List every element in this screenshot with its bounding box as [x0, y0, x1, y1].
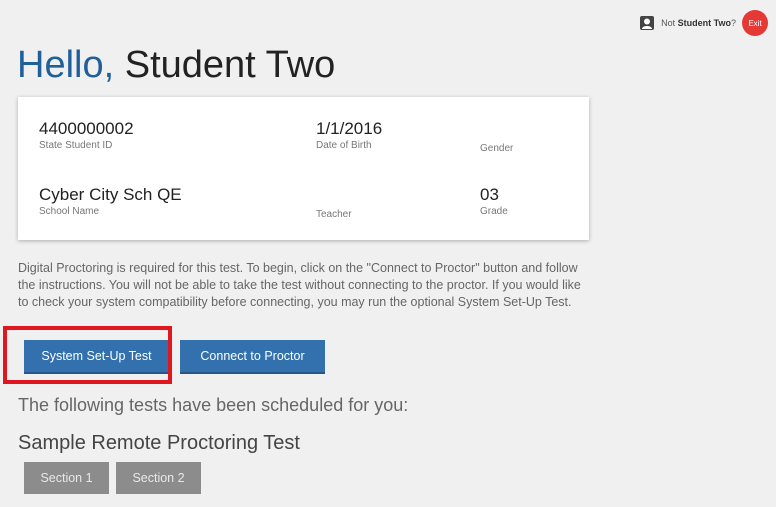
page-title: Hello, Student Two — [17, 40, 335, 90]
school-name-label: School Name — [39, 206, 100, 217]
greeting-student-name: Student Two — [124, 44, 336, 86]
grade-field: 03 Grade — [480, 185, 508, 218]
school-name-field: Cyber City Sch QE School Name — [39, 185, 182, 218]
student-info-card: 4400000002 State Student ID 1/1/2016 Dat… — [18, 97, 589, 240]
proctoring-instructions: Digital Proctoring is required for this … — [18, 261, 581, 309]
grade-label: Grade — [480, 206, 508, 217]
grade-value: 03 — [480, 185, 499, 204]
date-of-birth-field: 1/1/2016 Date of Birth — [316, 119, 382, 152]
teacher-field: Teacher — [316, 208, 352, 221]
state-student-id-value: 4400000002 — [39, 119, 134, 138]
gender-field: Gender — [480, 142, 513, 155]
state-student-id-label: State Student ID — [39, 140, 113, 151]
gender-label: Gender — [480, 143, 514, 154]
date-of-birth-value: 1/1/2016 — [316, 119, 383, 138]
highlight-annotation-box — [3, 326, 172, 384]
not-user-text: Not Student Two? — [661, 18, 736, 28]
connect-to-proctor-button[interactable]: Connect to Proctor — [180, 340, 325, 374]
account-bar: Not Student Two? Exit — [639, 10, 768, 36]
section-2-button[interactable]: Section 2 — [116, 462, 201, 494]
state-student-id-field: 4400000002 State Student ID — [39, 119, 134, 152]
date-of-birth-label: Date of Birth — [316, 140, 372, 151]
exit-button[interactable]: Exit — [742, 10, 768, 36]
school-name-value: Cyber City Sch QE — [39, 185, 182, 204]
teacher-label: Teacher — [316, 209, 352, 220]
section-1-button[interactable]: Section 1 — [24, 462, 109, 494]
greeting-hello: Hello, — [17, 44, 115, 86]
scheduled-tests-heading: The following tests have been scheduled … — [18, 395, 409, 415]
current-user-name: Student Two — [677, 18, 731, 28]
test-title: Sample Remote Proctoring Test — [18, 432, 300, 454]
user-badge-icon — [639, 15, 655, 31]
